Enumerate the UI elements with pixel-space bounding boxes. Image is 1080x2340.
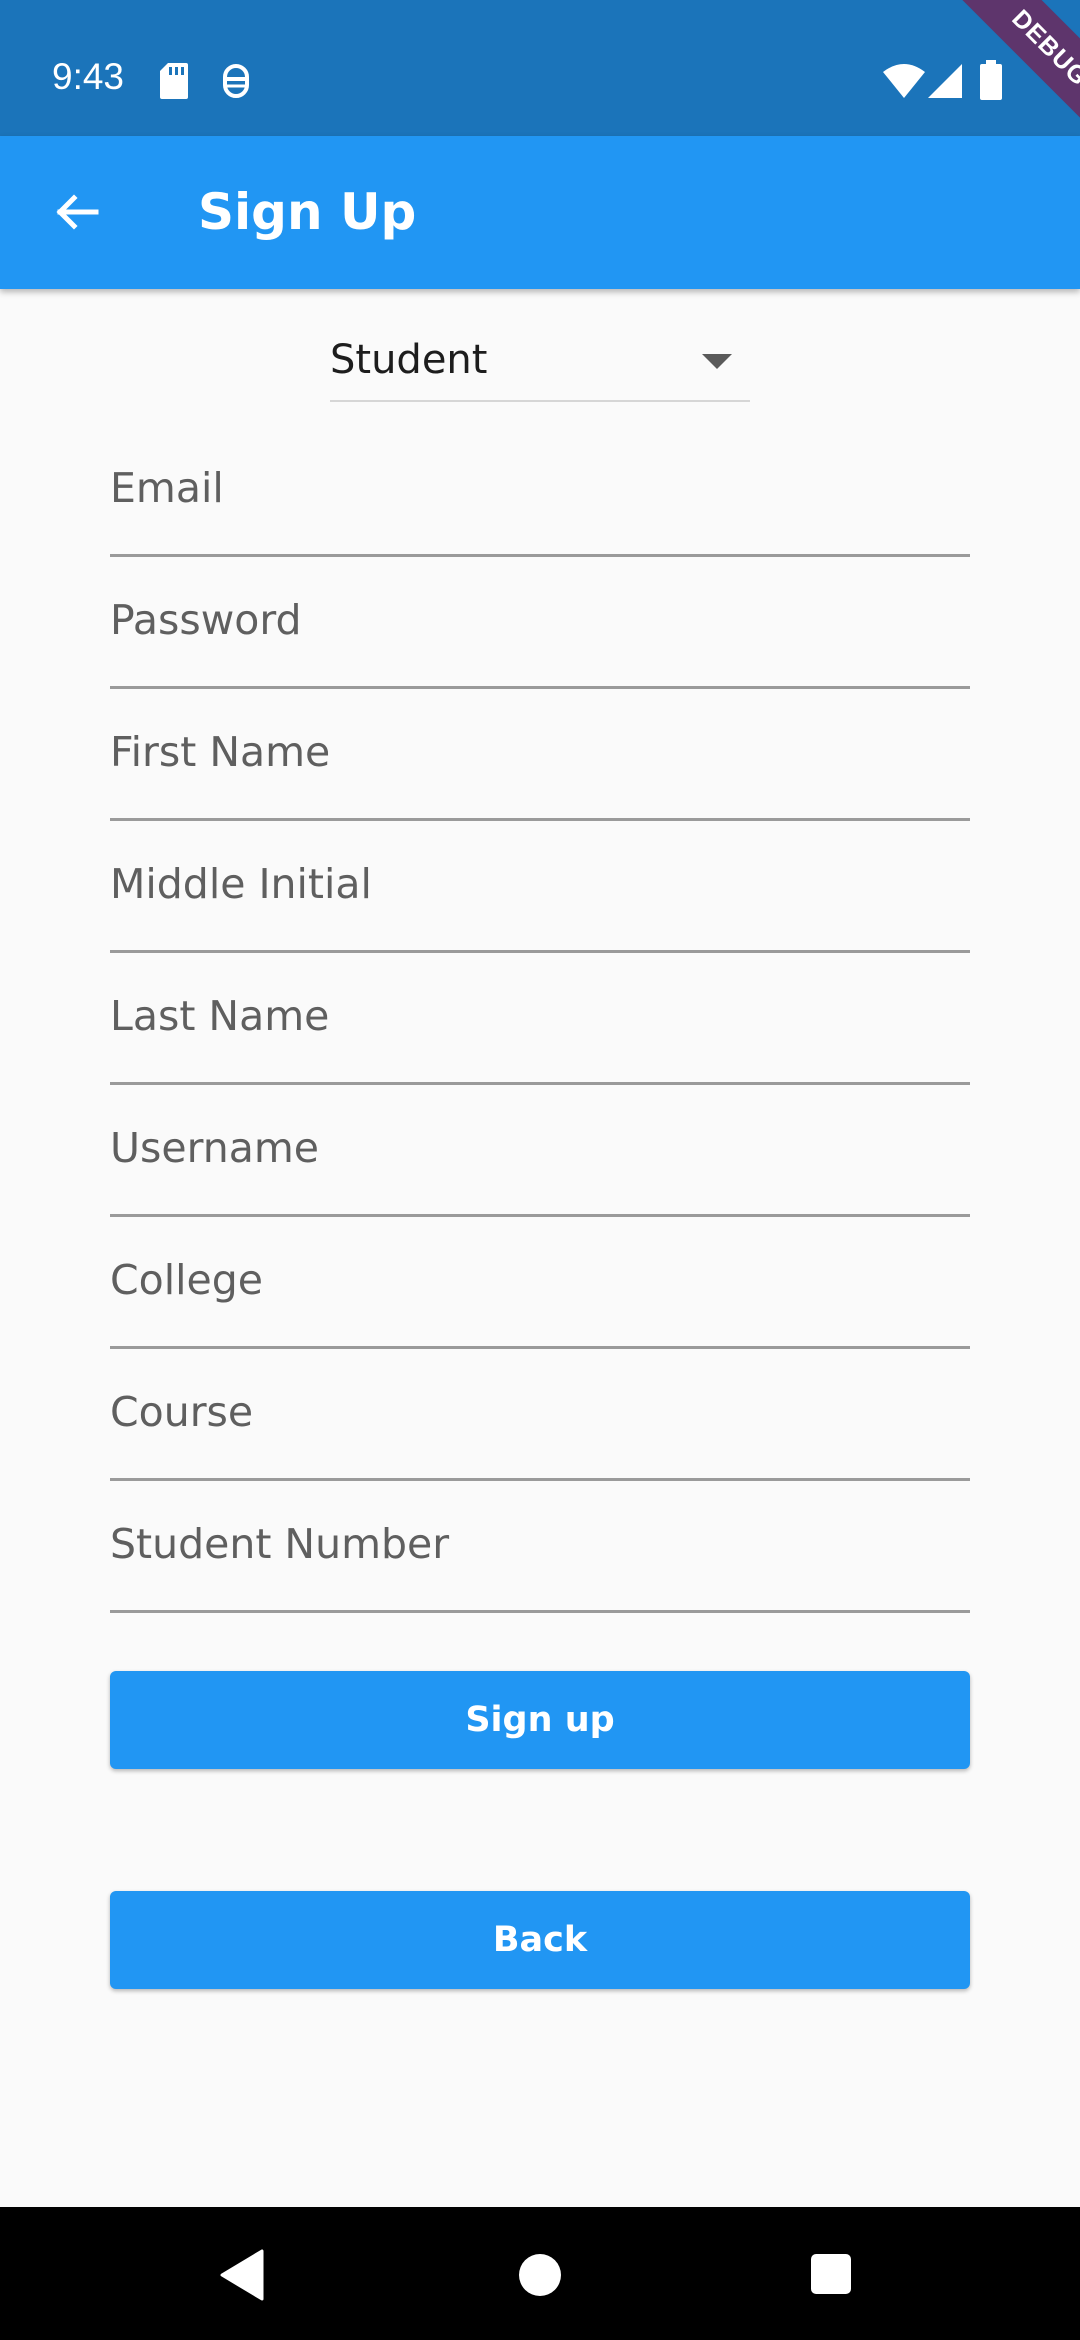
email-field[interactable]: Email	[110, 464, 970, 557]
bug-icon	[222, 63, 250, 103]
course-field[interactable]: Course	[110, 1388, 970, 1481]
password-field[interactable]: Password	[110, 596, 970, 689]
nav-back-icon[interactable]	[220, 2249, 264, 2305]
first-name-field-label: First Name	[110, 728, 331, 776]
status-bar: 9:43	[0, 0, 1080, 136]
system-nav-bar	[0, 2207, 1080, 2340]
nav-home-icon[interactable]	[519, 2254, 561, 2296]
last-name-field-label: Last Name	[110, 992, 330, 1040]
back-button[interactable]: Back	[110, 1891, 970, 1989]
username-field-label: Username	[110, 1124, 320, 1172]
role-dropdown[interactable]: Student	[330, 318, 750, 402]
college-field-label: College	[110, 1256, 263, 1304]
last-name-field[interactable]: Last Name	[110, 992, 970, 1085]
arrow-back-icon[interactable]	[52, 188, 100, 240]
middle-initial-field[interactable]: Middle Initial	[110, 860, 970, 953]
course-field-label: Course	[110, 1388, 254, 1436]
college-field[interactable]: College	[110, 1256, 970, 1349]
first-name-field[interactable]: First Name	[110, 728, 970, 821]
student-number-field-label: Student Number	[110, 1520, 450, 1568]
student-number-field[interactable]: Student Number	[110, 1520, 970, 1613]
signal-icon	[928, 64, 962, 102]
username-field[interactable]: Username	[110, 1124, 970, 1217]
email-field-label: Email	[110, 464, 224, 512]
battery-icon	[980, 60, 1002, 104]
sd-card-icon	[160, 63, 188, 103]
password-field-label: Password	[110, 596, 302, 644]
status-time: 9:43	[52, 56, 125, 97]
middle-initial-field-label: Middle Initial	[110, 860, 372, 908]
wifi-icon	[883, 64, 925, 102]
dropdown-caret-icon	[702, 354, 732, 369]
sign-up-button[interactable]: Sign up	[110, 1671, 970, 1769]
role-dropdown-value: Student	[330, 337, 488, 383]
app-bar: Sign Up	[0, 136, 1080, 289]
page-title: Sign Up	[198, 183, 417, 241]
nav-recents-icon[interactable]	[811, 2254, 851, 2294]
